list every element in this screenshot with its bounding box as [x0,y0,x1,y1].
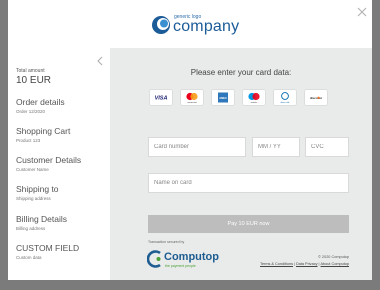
about-link[interactable]: About Computop [321,262,350,266]
amex-card-label: AMEX [219,96,227,100]
card-number-input[interactable] [148,137,246,157]
logo-swirl-icon [152,16,170,34]
total-amount-value: 10 EUR [16,75,52,86]
sidebar-item-order-details: Order details Order 12/2020 [16,97,65,115]
computop-tagline: the payment people [165,264,196,268]
chevron-left-icon[interactable] [96,56,104,66]
pay-button[interactable]: Pay 10 EUR now [148,215,349,233]
sidebar-item-title: Billing Details [16,214,68,224]
discover-card-label: discover [310,96,323,100]
sidebar-item-custom-field: CUSTOM FIELD Custom data [16,243,79,261]
diners-club-card-icon: diners club [274,90,296,105]
sidebar-item-title: Shopping Cart [16,126,71,136]
sidebar-item-title: Order details [16,97,65,107]
company-logo: generic logo company [151,12,239,38]
modal-header: generic logo company [8,0,372,48]
logo-wordmark: company [173,18,240,35]
payment-modal: generic logo company Total amount 10 EUR… [8,0,372,280]
maestro-card-label: maestro [251,101,258,104]
sidebar-item-billing-details: Billing Details Billing address [16,214,67,232]
privacy-link[interactable]: Data Privacy [296,262,318,266]
sidebar-item-title: Customer Details [16,155,82,165]
mastercard-card-label: mastercard [188,101,197,104]
sidebar-item-title: CUSTOM FIELD [16,243,80,253]
discover-card-icon: discover [305,90,327,105]
sidebar-item-shopping-cart: Shopping Cart Product 123 [16,126,70,144]
name-on-card-input[interactable] [148,173,349,193]
sidebar-item-title: Shipping to [16,184,59,194]
card-data-prompt: Please enter your card data: [190,68,292,77]
amex-card-icon: AMEX [212,90,234,105]
computop-logo: Computop the payment people [147,248,227,272]
diners-club-card-label: diners club [281,102,290,104]
terms-link[interactable]: Terms & Conditions [260,262,293,266]
sidebar-item-subtitle: Shipping address [16,196,51,201]
visa-card-icon: VISA [150,90,172,105]
secured-by-label: Transaction secured by [148,240,185,244]
visa-card-label: VISA [155,96,168,102]
computop-c-icon [147,250,161,268]
mastercard-card-icon: mastercard [181,90,203,105]
footer-links: Terms & Conditions|Data Privacy|About Co… [260,262,349,266]
expiry-date-input[interactable] [252,137,300,157]
sidebar-item-subtitle: Product 123 [16,138,41,143]
sidebar-item-subtitle: Customer Name [16,167,49,172]
close-icon[interactable] [356,6,368,18]
link-separator: | [318,262,320,266]
copyright-text: © 2020 Computop [318,255,349,259]
card-form-panel: Please enter your card data: VISA master… [110,48,372,280]
maestro-card-icon: maestro [243,90,265,105]
link-separator: | [293,262,295,266]
computop-wordmark: Computop [164,251,219,263]
order-sidebar: Total amount 10 EUR Order details Order … [8,48,110,280]
sidebar-item-shipping: Shipping to Shipping address [16,184,59,202]
sidebar-item-subtitle: Custom data [16,255,42,260]
sidebar-item-subtitle: Billing address [16,226,46,231]
sidebar-item-customer-details: Customer Details Customer Name [16,155,81,173]
sidebar-item-subtitle: Order 12/2020 [16,109,46,114]
total-amount: Total amount 10 EUR [16,68,51,87]
cvc-input[interactable] [305,137,349,157]
